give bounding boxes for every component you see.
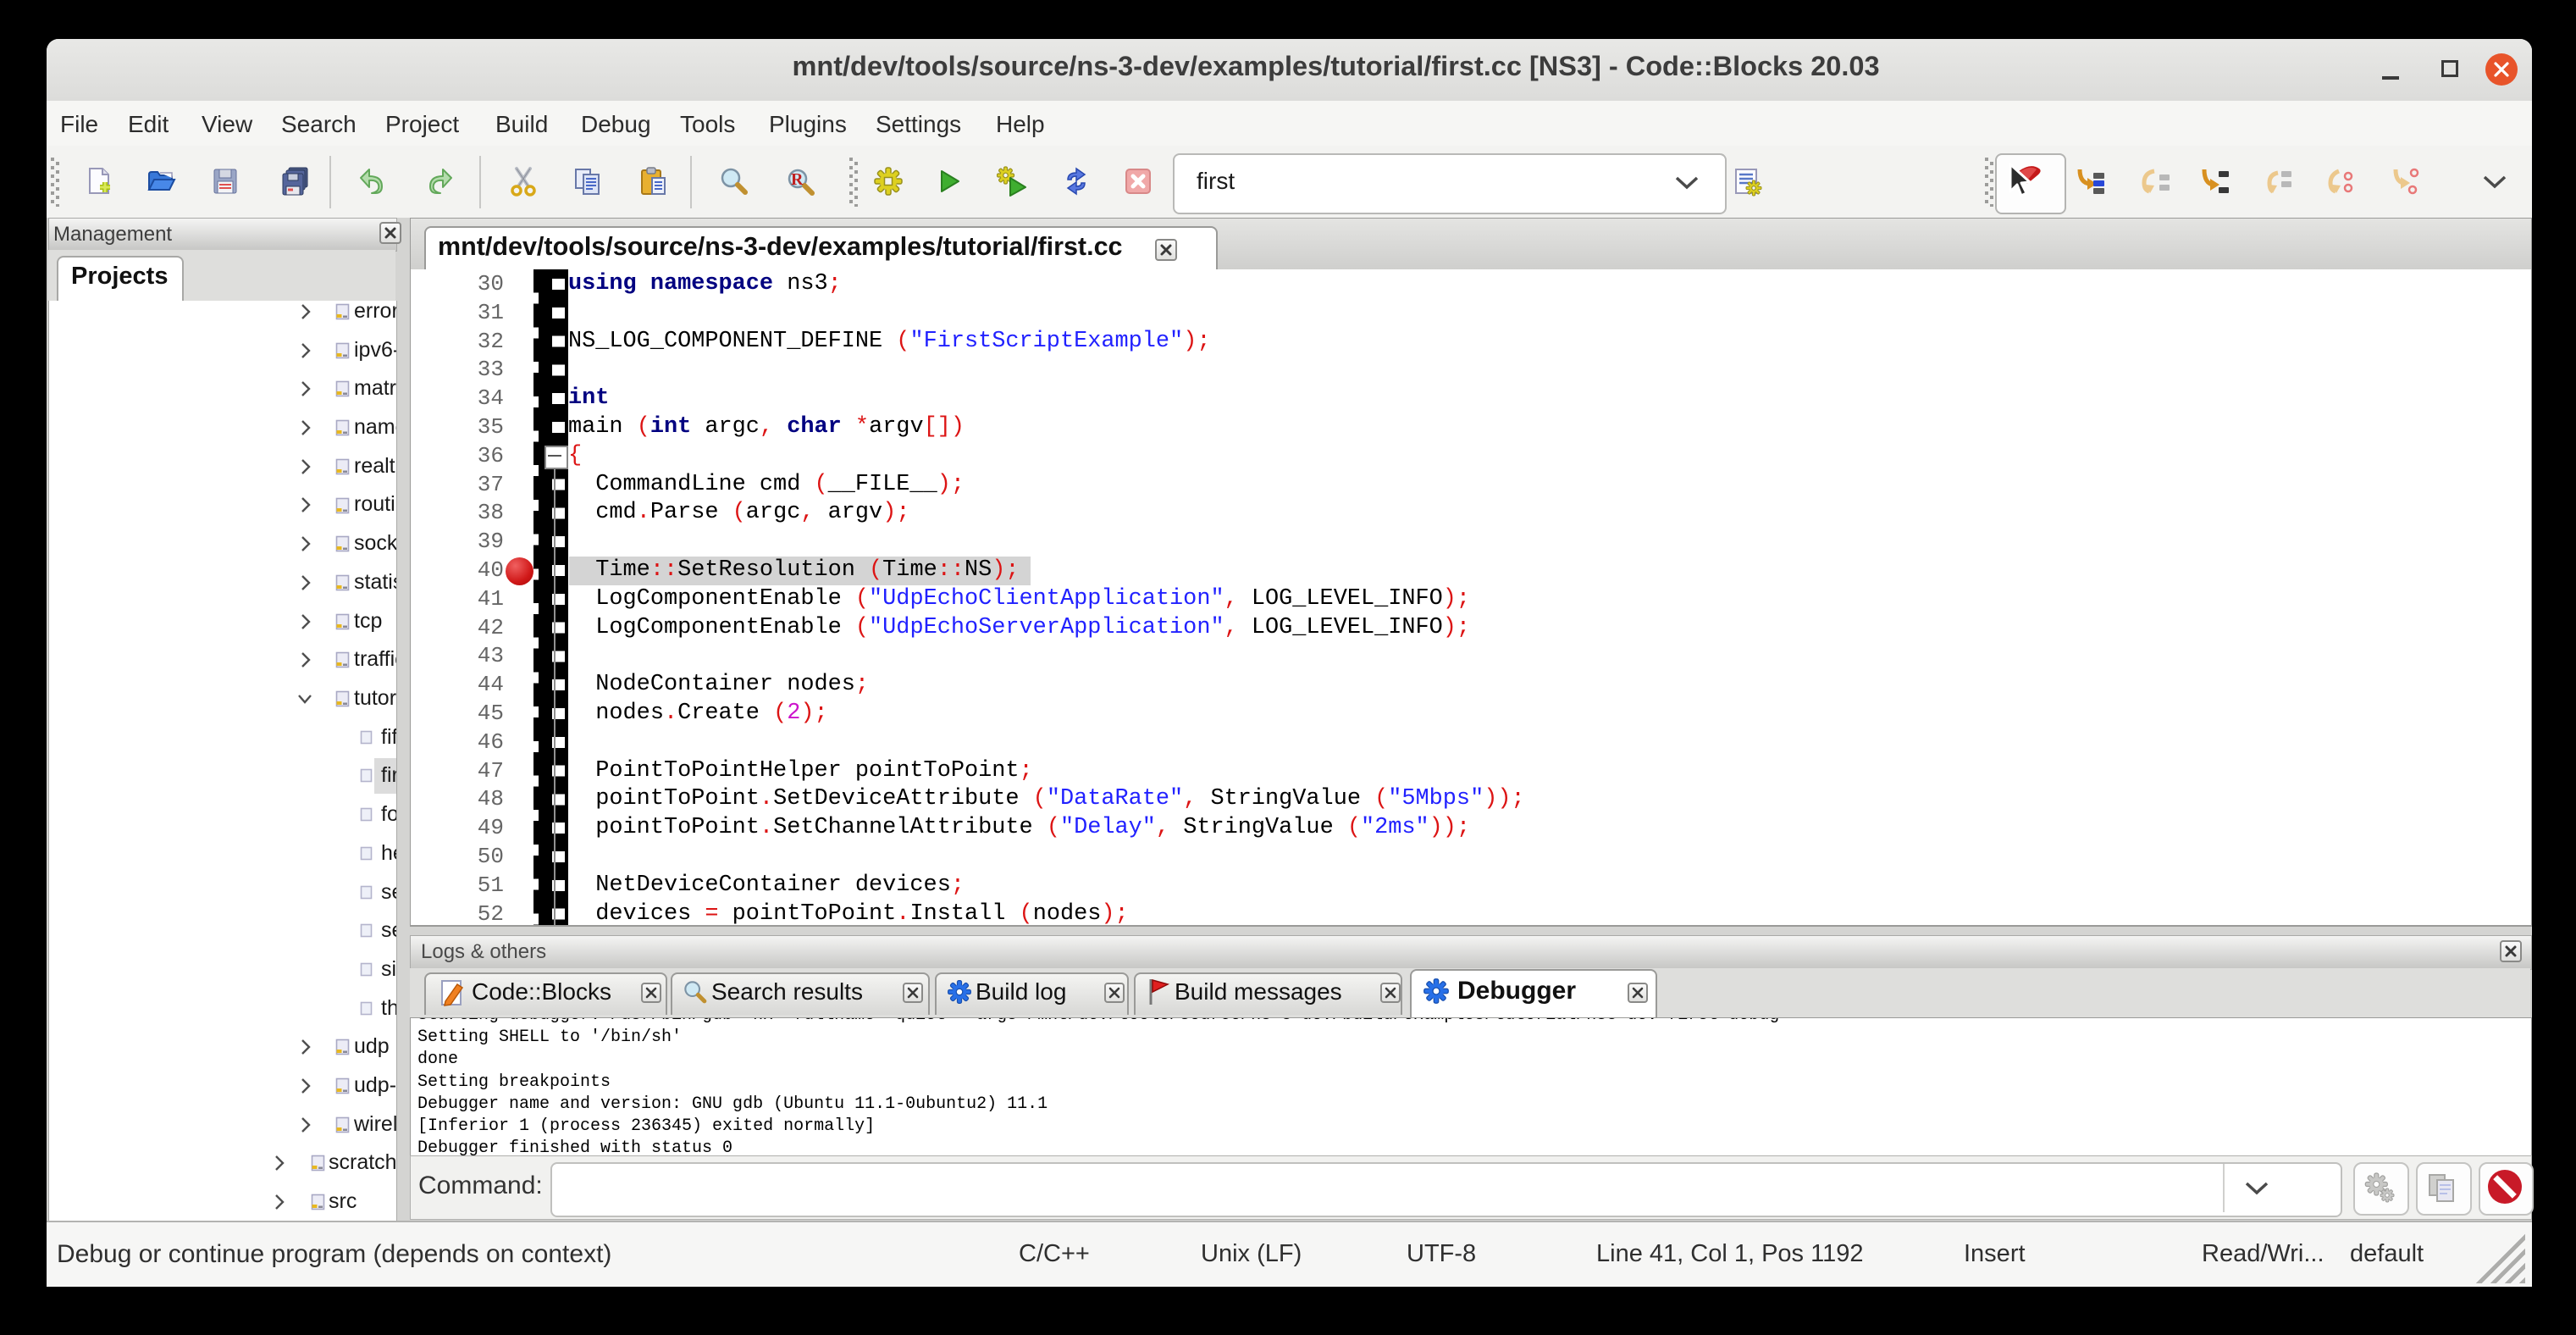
svg-text:R: R — [791, 170, 804, 189]
